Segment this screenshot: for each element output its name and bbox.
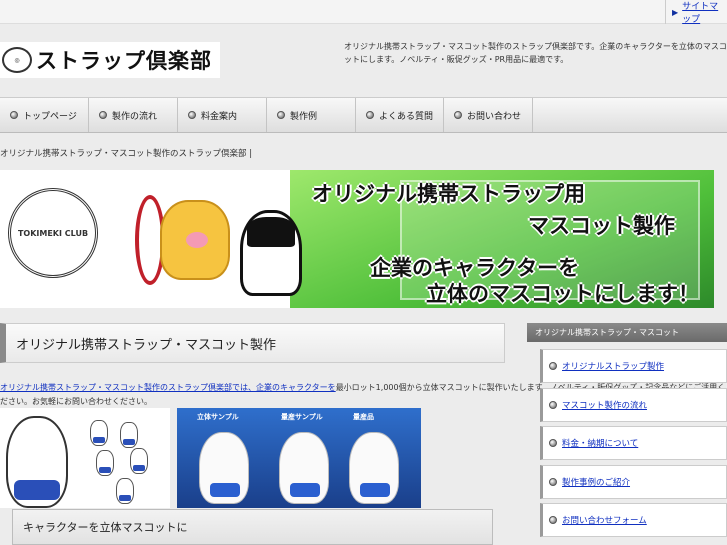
hero-line-1: オリジナル携帯ストラップ用 — [312, 182, 585, 206]
rabbit-mascot-sample — [279, 432, 329, 504]
global-nav: トップページ 製作の流れ 料金案内 製作例 よくある質問 お問い合わせ — [0, 97, 727, 133]
sidebar-list: オリジナルストラップ製作 マスコット製作の流れ 料金・納期について 製作事例のご… — [540, 349, 727, 542]
top-bar: ▶ サイトマップ — [0, 0, 727, 25]
club-emblem-icon: ◎ — [2, 47, 32, 73]
bullet-icon — [549, 516, 557, 524]
bullet-icon — [277, 111, 285, 119]
site-description: オリジナル携帯ストラップ・マスコット製作のストラップ倶楽部です。企業のキャラクタ… — [344, 42, 727, 64]
breadcrumb: オリジナル携帯ストラップ・マスコット製作のストラップ倶楽部 | — [0, 149, 253, 159]
sample-label: 立体サンプル — [197, 413, 239, 421]
tokimeki-club-logo: TOKIMEKI CLUB — [8, 188, 98, 278]
sidebar-item[interactable]: オリジナルストラップ製作 — [540, 349, 727, 383]
bullet-icon — [549, 400, 557, 409]
bullet-icon — [549, 362, 557, 370]
nav-item-examples[interactable]: 製作例 — [267, 98, 356, 132]
bullet-icon — [188, 111, 196, 119]
sidebar-link[interactable]: オリジナルストラップ製作 — [562, 360, 664, 372]
pig-mascot-image — [160, 200, 230, 280]
bullet-icon — [549, 439, 557, 447]
sidebar-item[interactable]: 料金・納期について — [540, 426, 727, 460]
rabbit-character-illustration — [6, 416, 68, 508]
sitemap-link-container[interactable]: ▶ サイトマップ — [665, 0, 727, 25]
nav-item-flow[interactable]: 製作の流れ — [89, 98, 178, 132]
nav-item-price[interactable]: 料金案内 — [178, 98, 267, 132]
rabbit-pose-illustration — [120, 422, 138, 448]
hero-line-2: マスコット製作 — [528, 214, 675, 238]
nav-label: よくある質問 — [379, 111, 434, 122]
nav-label: 料金案内 — [201, 111, 238, 122]
nav-label: トップページ — [23, 111, 77, 122]
nav-item-top[interactable]: トップページ — [0, 98, 89, 132]
nav-label: お問い合わせ — [467, 111, 522, 122]
sidebar-item[interactable]: お問い合わせフォーム — [540, 503, 727, 537]
bullet-icon — [10, 111, 18, 119]
rabbit-mascot-sample — [349, 432, 399, 504]
bullet-icon — [366, 111, 374, 119]
sidebar-item[interactable]: 製作事例のご紹介 — [540, 464, 727, 499]
sidebar-link[interactable]: 料金・納期について — [562, 437, 638, 449]
sidebar-link[interactable]: お問い合わせフォーム — [562, 514, 647, 526]
rabbit-pose-illustration — [90, 420, 108, 446]
nav-item-faq[interactable]: よくある質問 — [356, 98, 444, 132]
sitemap-link[interactable]: サイトマップ — [682, 0, 727, 25]
nav-label: 製作の流れ — [112, 111, 158, 122]
cat-mascot-image — [240, 210, 302, 296]
hero-banner: TOKIMEKI CLUB オリジナル携帯ストラップ用 マスコット製作 企業のキ… — [0, 170, 714, 308]
sidebar-link[interactable]: 製作事例のご紹介 — [562, 476, 630, 488]
sidebar-item[interactable]: マスコット製作の流れ — [540, 387, 727, 422]
sample-label: 量産品 — [353, 413, 374, 421]
mascot-samples-image: 立体サンプル 量産サンプル 量産品 — [177, 408, 421, 508]
bullet-icon — [454, 111, 462, 119]
nav-item-contact[interactable]: お問い合わせ — [444, 98, 533, 132]
sidebar-heading: オリジナル携帯ストラップ・マスコット — [527, 323, 727, 342]
rabbit-pose-illustration — [116, 478, 134, 504]
bullet-icon — [549, 477, 557, 486]
rabbit-pose-illustration — [130, 448, 148, 474]
main-heading: オリジナル携帯ストラップ・マスコット製作 — [0, 323, 505, 363]
nav-label: 製作例 — [290, 111, 318, 122]
logo-text: ストラップ倶楽部 — [36, 49, 212, 73]
sample-label: 量産サンプル — [281, 413, 323, 421]
sidebar-link[interactable]: マスコット製作の流れ — [562, 399, 647, 411]
section-subheading: キャラクターを立体マスコットに — [12, 509, 493, 545]
character-design-image — [0, 408, 170, 508]
hero-line-4: 立体のマスコットにします！ — [426, 282, 699, 306]
intro-link[interactable]: オリジナル携帯ストラップ・マスコット製作のストラップ倶楽部では、企業のキャラクタ… — [0, 383, 336, 392]
rabbit-mascot-sample — [199, 432, 249, 504]
rabbit-pose-illustration — [96, 450, 114, 476]
bullet-icon — [99, 111, 107, 119]
site-logo[interactable]: ◎ ストラップ倶楽部 — [0, 42, 220, 78]
arrow-right-icon: ▶ — [672, 7, 679, 17]
